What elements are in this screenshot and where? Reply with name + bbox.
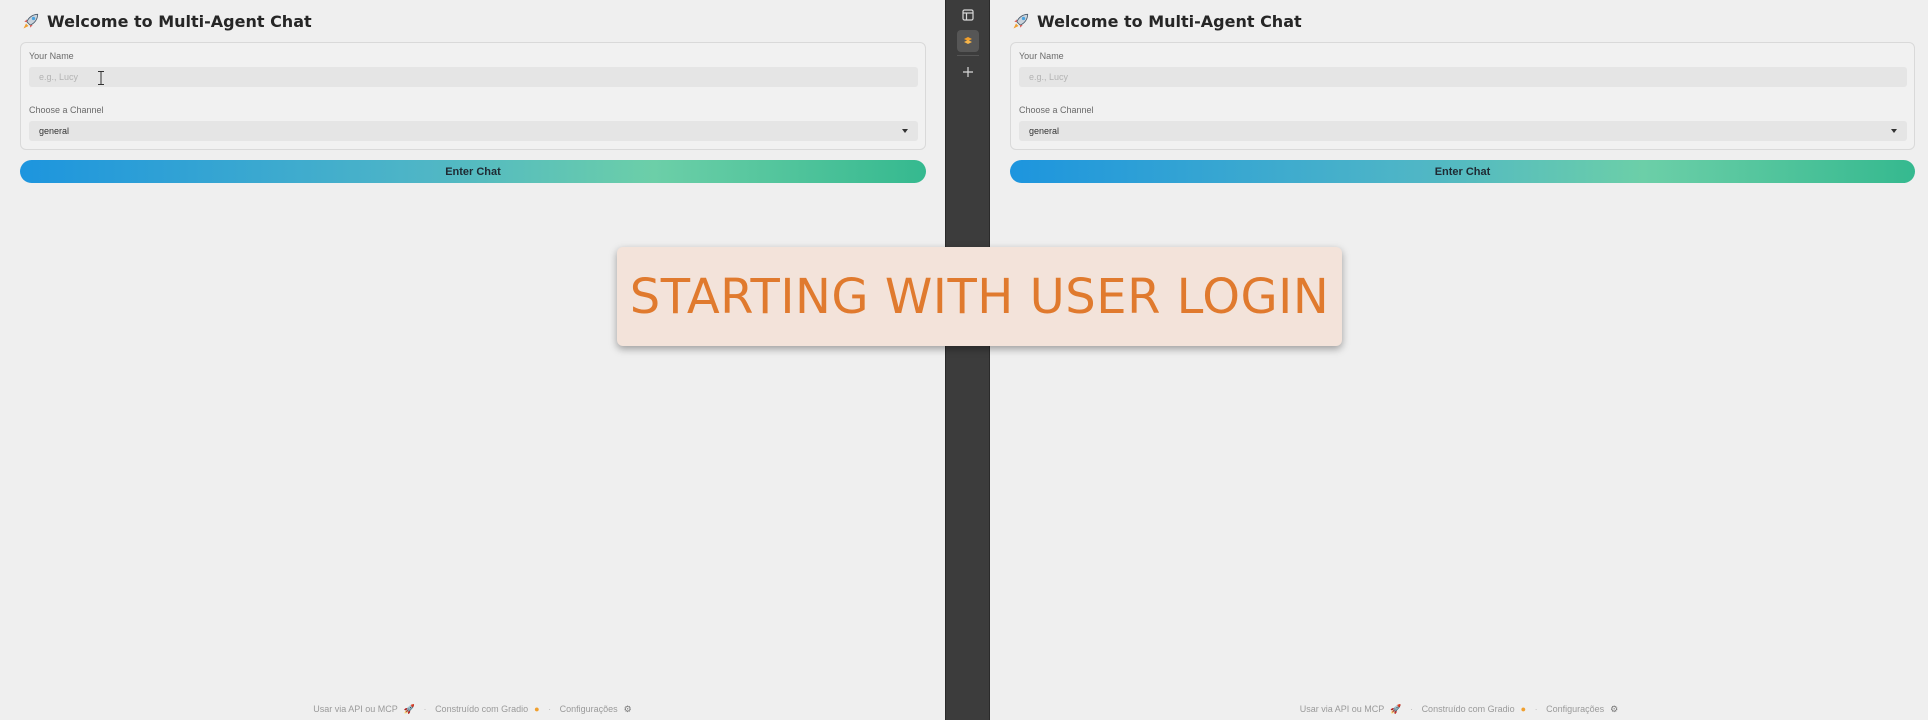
channel-selected-value: general xyxy=(1029,126,1060,136)
title-row: Welcome to Multi-Agent Chat xyxy=(21,11,312,31)
login-form: Your Name Choose a Channel general xyxy=(1010,42,1915,150)
gear-icon: ⚙ xyxy=(623,704,632,714)
gear-icon: ⚙ xyxy=(1610,704,1619,714)
rocket-small-icon: 🚀 xyxy=(1390,704,1402,714)
login-form: Your Name Choose a Channel general xyxy=(20,42,926,150)
name-label: Your Name xyxy=(29,51,74,61)
channel-dropdown[interactable]: general xyxy=(1019,121,1907,141)
footer-separator: · xyxy=(548,704,552,714)
footer-separator: · xyxy=(1534,704,1538,714)
right-app-pane: Welcome to Multi-Agent Chat Your Name Ch… xyxy=(990,0,1928,720)
api-link[interactable]: Usar via API ou MCP xyxy=(313,704,398,714)
footer: Usar via API ou MCP 🚀 · Construído com Gr… xyxy=(990,704,1928,715)
api-link[interactable]: Usar via API ou MCP xyxy=(1300,704,1385,714)
channel-label: Choose a Channel xyxy=(29,105,104,115)
title-row: Welcome to Multi-Agent Chat xyxy=(1011,11,1302,31)
banner-text: STARTING WITH USER LOGIN xyxy=(629,268,1330,325)
footer-separator: · xyxy=(423,704,427,714)
name-input[interactable] xyxy=(29,67,918,87)
name-label: Your Name xyxy=(1019,51,1064,61)
toolbar-divider xyxy=(957,55,979,56)
left-app-pane: Welcome to Multi-Agent Chat Your Name Ch… xyxy=(0,0,945,720)
built-with-gradio-link[interactable]: Construído com Gradio xyxy=(435,704,528,714)
name-input[interactable] xyxy=(1019,67,1907,87)
rocket-icon xyxy=(23,13,39,29)
channel-selected-value: general xyxy=(39,126,70,136)
footer-separator: · xyxy=(1410,704,1414,714)
rocket-small-icon: 🚀 xyxy=(403,704,416,714)
gradio-logo-icon[interactable] xyxy=(957,30,979,52)
caption-banner: STARTING WITH USER LOGIN xyxy=(617,247,1342,346)
channel-dropdown[interactable]: general xyxy=(29,121,918,141)
rocket-icon xyxy=(1013,13,1029,29)
enter-chat-button[interactable]: Enter Chat xyxy=(20,160,926,183)
channel-label: Choose a Channel xyxy=(1019,105,1094,115)
settings-link[interactable]: Configurações xyxy=(1546,704,1604,714)
chevron-down-icon xyxy=(902,129,908,133)
split-view-toolbar xyxy=(945,0,990,720)
enter-chat-button[interactable]: Enter Chat xyxy=(1010,160,1915,183)
text-cursor-icon xyxy=(98,71,104,85)
gradio-logo-icon: ● xyxy=(534,704,540,714)
chevron-down-icon xyxy=(1891,129,1897,133)
footer: Usar via API ou MCP 🚀 · Construído com Gr… xyxy=(0,704,945,715)
add-icon[interactable] xyxy=(957,61,979,83)
settings-link[interactable]: Configurações xyxy=(560,704,618,714)
page-title: Welcome to Multi-Agent Chat xyxy=(47,11,312,31)
page-title: Welcome to Multi-Agent Chat xyxy=(1037,11,1302,31)
gradio-logo-icon: ● xyxy=(1520,704,1527,714)
built-with-gradio-link[interactable]: Construído com Gradio xyxy=(1422,704,1515,714)
panel-toggle-icon[interactable] xyxy=(957,4,979,26)
